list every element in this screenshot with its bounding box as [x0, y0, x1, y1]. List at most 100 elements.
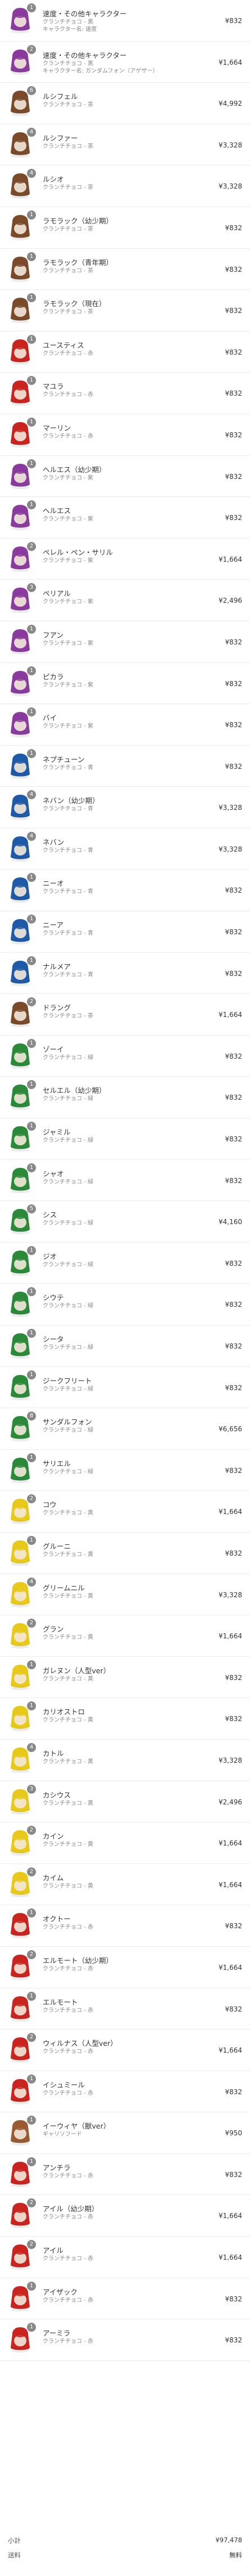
product-options: クランチチョコ - 黄	[43, 1675, 199, 1683]
product-options: クランチチョコ - 緑	[43, 1095, 199, 1103]
product-options: クランチチョコ - 赤	[43, 2090, 199, 2097]
product-option-line: クランチチョコ - 黄	[43, 1634, 93, 1641]
cart-item-list: 1 速度・その他キャラクター クランチチョコ - 黒キャラクター名: 速度 ¥832 2…	[0, 0, 250, 2361]
cart-item: 1 アイザック クランチチョコ - 赤 ¥832	[0, 2278, 250, 2320]
product-name: ネバン（幼少期）	[43, 796, 99, 805]
product-option-line: クランチチョコ - 緑	[43, 1261, 93, 1268]
cart-item: 1 シャオ クランチチョコ - 緑 ¥832	[0, 1160, 250, 1202]
product-options: クランチチョコ - 黄	[43, 1593, 199, 1600]
product-option-line: クランチチョコ - 紫	[43, 682, 93, 688]
quantity-badge: 1	[27, 334, 36, 344]
quantity-badge: 1	[27, 417, 36, 427]
product-options: クランチチョコ - 茶	[43, 226, 199, 233]
product-name: サリエル	[43, 1459, 71, 1468]
cart-item: 4 ネバン クランチチョコ - 青 ¥3,328	[0, 828, 250, 870]
product-name: コウ	[43, 1500, 57, 1509]
product-option-line: クランチチョコ - 赤	[43, 1965, 93, 1972]
product-name: ユースティス	[43, 341, 84, 350]
cart-item: 2 ペレル・ペン・サリル クランチチョコ - 紫 ¥1,664	[0, 539, 250, 580]
cart-item: 1 ヘルエス（幼少期） クランチチョコ - 紫 ¥832	[0, 456, 250, 498]
product-option-line: クランチチョコ - 青	[43, 889, 93, 895]
cart-item: 1 ニーオ クランチチョコ - 青 ¥832	[0, 870, 250, 912]
product-option-line: クランチチョコ - 赤	[43, 433, 93, 440]
product-option-line: クランチチョコ - 赤	[43, 1924, 93, 1931]
product-price: ¥832	[225, 1301, 242, 1309]
quantity-badge: 4	[27, 831, 36, 841]
quantity-badge: 2	[27, 1494, 36, 1504]
subtotal-label: 小計	[8, 2537, 21, 2544]
product-name: ゾーイ	[43, 1045, 64, 1054]
cart-item: 1 アーミラ クランチチョコ - 赤 ¥832	[0, 2319, 250, 2361]
product-option-line: クランチチョコ - 茶	[43, 102, 93, 109]
product-option-line: クランチチョコ - 赤	[43, 392, 93, 398]
product-price: ¥832	[225, 431, 242, 439]
product-option-line: クランチチョコ - 紫	[43, 723, 93, 730]
product-options: クランチチョコ - 赤	[43, 1924, 199, 1931]
cart-item: 1 ジオ クランチチョコ - 緑 ¥832	[0, 1243, 250, 1284]
quantity-badge: 1	[27, 376, 36, 386]
cart-item: 1 マーリン クランチチョコ - 赤 ¥832	[0, 414, 250, 456]
product-options: クランチチョコ - 茶	[43, 267, 199, 275]
product-option-line: クランチチョコ - 赤	[43, 2172, 93, 2179]
cart-item: 1 ユースティス クランチチョコ - 赤 ¥832	[0, 331, 250, 373]
product-option-line: クランチチョコ - 緑	[43, 1096, 93, 1103]
product-option-line: クランチチョコ - 赤	[43, 2049, 93, 2055]
product-option-line: クランチチョコ - 緑	[43, 1345, 93, 1351]
order-summary: 小計 ¥97,478 送料 無料	[0, 2533, 250, 2562]
product-name: ピカラ	[43, 672, 64, 681]
quantity-badge: 1	[27, 2074, 36, 2084]
product-price: ¥832	[225, 514, 242, 522]
product-options: クランチチョコ - 緑	[43, 1054, 199, 1061]
quantity-badge: 1	[27, 2116, 36, 2125]
cart-item: 2 カイム クランチチョコ - 黄 ¥1,664	[0, 1864, 250, 1906]
quantity-badge: 1	[27, 2281, 36, 2291]
product-options: クランチチョコ - 青	[43, 764, 199, 772]
product-price: ¥832	[225, 307, 242, 315]
product-option-line: クランチチョコ - 緑	[43, 1303, 93, 1310]
cart-item: 2 速度・その他キャラクター クランチチョコ - 黒キャラクター名: ガンダムフォン…	[0, 42, 250, 83]
product-name: カイン	[43, 1832, 64, 1841]
product-options: クランチチョコ - 赤	[43, 2338, 199, 2345]
product-price: ¥832	[225, 886, 242, 895]
quantity-badge: 8	[27, 1412, 36, 1421]
product-option-line: クランチチョコ - 紫	[43, 516, 93, 523]
product-name: ガレヌン（人型ver）	[43, 1666, 111, 1675]
product-options: クランチチョコ - 青	[43, 847, 199, 854]
quantity-badge: 1	[27, 956, 36, 965]
quantity-badge: 1	[27, 1453, 36, 1462]
product-price: ¥2,496	[219, 597, 242, 605]
product-name: ペリアル	[43, 589, 71, 598]
product-options: クランチチョコ - 緑	[43, 1261, 199, 1269]
product-name: カトル	[43, 1749, 64, 1758]
product-price: ¥832	[225, 1549, 242, 1557]
product-price: ¥3,328	[219, 845, 242, 853]
product-name: ナルメア	[43, 962, 71, 971]
product-options: クランチチョコ - 赤	[43, 2007, 199, 2014]
product-options: クランチチョコ - 紫	[43, 598, 199, 606]
cart-item: 3 カシウス クランチチョコ - 黄 ¥2,496	[0, 1781, 250, 1823]
cart-item: 2 カイン クランチチョコ - 黄 ¥1,664	[0, 1822, 250, 1864]
product-options: クランチチョコ - 黄	[43, 1800, 199, 1807]
product-name: マユラ	[43, 382, 64, 391]
product-name: ラモラック（現在）	[43, 299, 106, 308]
quantity-badge: 1	[27, 1535, 36, 1545]
quantity-badge: 4	[27, 169, 36, 178]
product-name: オクトー	[43, 1915, 71, 1924]
quantity-badge: 1	[27, 1038, 36, 1048]
cart-item: 1 シータ クランチチョコ - 緑 ¥832	[0, 1325, 250, 1367]
product-price: ¥832	[225, 969, 242, 978]
product-price: ¥1,664	[219, 2212, 242, 2220]
cart-item: 4 ネバン（幼少期） クランチチョコ - 青 ¥3,328	[0, 787, 250, 828]
product-option-line: クランチチョコ - 青	[43, 971, 93, 978]
product-price: ¥832	[225, 1342, 242, 1350]
product-price: ¥1,664	[219, 1011, 242, 1019]
cart-item: 1 速度・その他キャラクター クランチチョコ - 黒キャラクター名: 速度 ¥832	[0, 0, 250, 42]
product-option-line: クランチチョコ - 緑	[43, 1386, 93, 1392]
product-name: エルモート	[43, 1997, 78, 2006]
quantity-badge: 2	[27, 997, 36, 1007]
quantity-badge: 2	[27, 2240, 36, 2250]
product-price: ¥832	[225, 1176, 242, 1185]
product-options: クランチチョコ - 茶	[43, 143, 199, 150]
product-option-line: クランチチョコ - 茶	[43, 143, 93, 150]
product-name: ネバン	[43, 837, 65, 846]
